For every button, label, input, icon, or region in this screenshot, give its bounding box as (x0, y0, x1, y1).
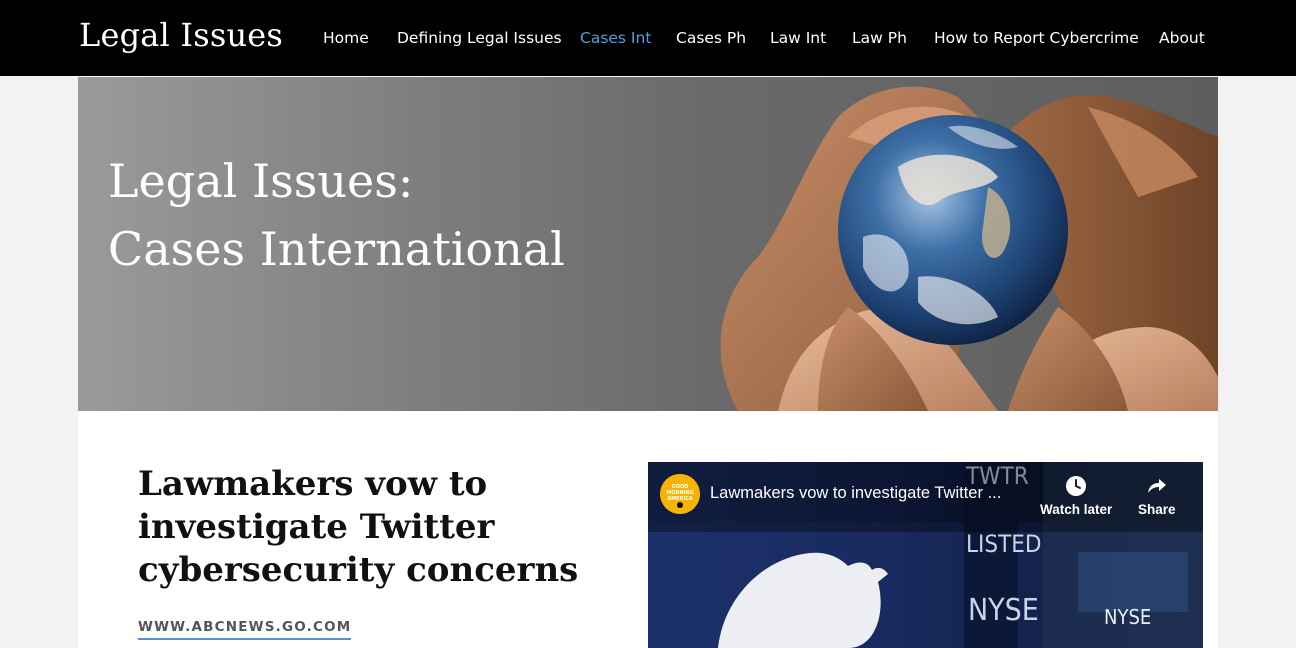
hands-holding-globe-image (720, 86, 1218, 411)
video-embed[interactable]: TWTR LISTED NYSE NYSE GOOD MORNING AMERI… (648, 462, 1203, 648)
hero-title: Legal Issues: Cases International (108, 147, 565, 283)
nav-item-law-int[interactable]: Law Int (770, 29, 826, 47)
sign-nyse: NYSE (968, 593, 1039, 628)
nav-item-cases-int[interactable]: Cases Int (580, 29, 651, 47)
nav-item-defining-legal-issues[interactable]: Defining Legal Issues (397, 29, 562, 47)
nav-item-cases-ph[interactable]: Cases Ph (676, 29, 746, 47)
watch-later-button[interactable]: Watch later (1040, 474, 1112, 517)
nav-item-about[interactable]: About (1159, 29, 1205, 47)
good-morning-america-logo: GOOD MORNING AMERICA (660, 474, 700, 514)
article-headline: Lawmakers vow to investigate Twitter cyb… (138, 464, 579, 590)
site-header: Legal Issues Home Defining Legal Issues … (0, 0, 1296, 76)
sign-listed: LISTED (966, 530, 1042, 558)
logo-line-3: AMERICA (667, 496, 693, 502)
video-title[interactable]: Lawmakers vow to investigate Twitter ... (710, 484, 1040, 503)
site-title-link[interactable]: Legal Issues (79, 16, 283, 54)
sign-nyse-2: NYSE (1104, 605, 1151, 629)
main-content: Lawmakers vow to investigate Twitter cyb… (78, 411, 1218, 648)
hero-banner: Legal Issues: Cases International (78, 77, 1218, 411)
hero-title-line-1: Legal Issues: (108, 154, 414, 208)
clock-icon (1066, 476, 1087, 496)
share-arrow-icon (1147, 479, 1166, 493)
nav-item-report-cybercrime[interactable]: How to Report Cybercrime (934, 29, 1139, 47)
channel-logo[interactable]: GOOD MORNING AMERICA (660, 474, 700, 514)
nav-item-home[interactable]: Home (323, 29, 369, 47)
hero-title-line-2: Cases International (108, 222, 565, 276)
article-source-link[interactable]: WWW.ABCNEWS.GO.COM (138, 619, 352, 640)
share-label: Share (1138, 502, 1176, 517)
watch-later-label: Watch later (1040, 502, 1113, 517)
nav-item-law-ph[interactable]: Law Ph (852, 29, 907, 47)
share-button[interactable]: Share (1138, 474, 1176, 517)
